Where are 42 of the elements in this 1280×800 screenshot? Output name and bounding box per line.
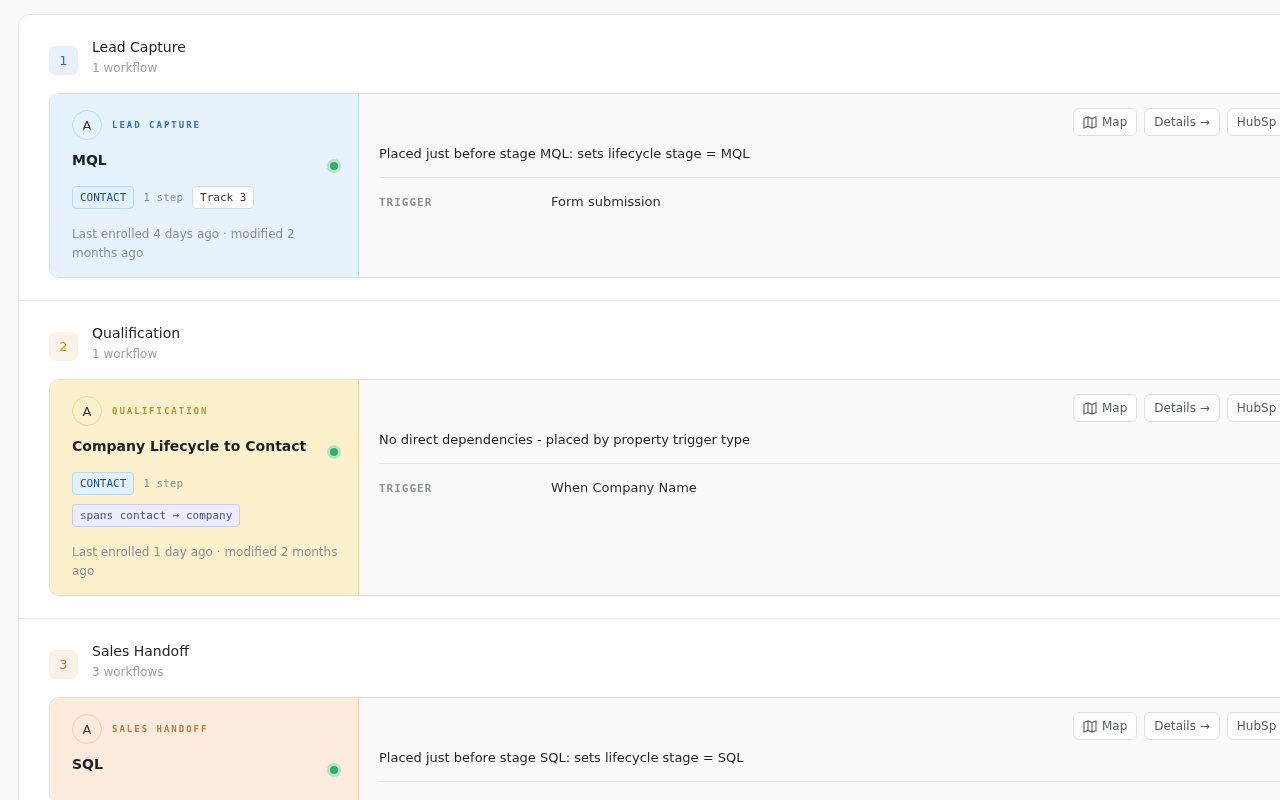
enrollment-info: Last enrolled 1 day ago · modified 2 months ago xyxy=(72,544,339,580)
field-label: TRIGGER xyxy=(379,195,434,209)
placement-description: Placed just before stage MQL: sets lifecycle stage = MQL xyxy=(379,146,1280,178)
field-value: Form submission xyxy=(551,194,661,209)
map-button[interactable]: Map xyxy=(1073,394,1138,422)
external-button[interactable]: HubSp xyxy=(1226,712,1280,740)
enrollment-info: Last enrolled 4 days ago · modified 2 months ago xyxy=(72,226,296,262)
track-tag: Track 3 xyxy=(192,186,255,209)
object-tag: CONTACT xyxy=(72,472,135,495)
stage-label: QUALIFICATION xyxy=(112,406,209,416)
field-value: When Company Name xyxy=(551,480,697,495)
object-tag: CONTACT xyxy=(72,186,135,209)
map-button[interactable]: Map xyxy=(1073,108,1138,136)
field-label: TRIGGER xyxy=(379,481,434,495)
section-title: Sales Handoff xyxy=(92,643,189,659)
placement-description: Placed just before stage SQL: sets lifecycle stage = SQL xyxy=(379,750,1280,782)
stage-number: 1 xyxy=(49,46,78,75)
section-title: Qualification xyxy=(92,325,181,341)
details-button[interactable]: Details → xyxy=(1144,394,1220,422)
map-icon xyxy=(1083,719,1097,733)
stage-number: 2 xyxy=(49,332,78,361)
workflow-count: 1 workflow xyxy=(92,61,159,75)
details-button[interactable]: Details → xyxy=(1144,712,1220,740)
map-icon xyxy=(1083,115,1097,129)
workflow-count: 1 workflow xyxy=(92,347,159,361)
spans-tag: spans contact → company xyxy=(72,504,241,527)
workflow-count: 3 workflows xyxy=(92,665,165,679)
external-button[interactable]: HubSp xyxy=(1226,108,1280,136)
placement-description: No direct dependencies - placed by property trigger type xyxy=(379,432,1280,464)
section-title: Lead Capture xyxy=(92,39,186,55)
step-count: 1 step xyxy=(143,190,184,206)
workflow-name: Company Lifecycle to Contact xyxy=(72,438,308,454)
stage-label: LEAD CAPTURE xyxy=(112,120,202,130)
stage-label: SALES HANDOFF xyxy=(112,724,209,734)
workflow-name: SQL xyxy=(72,756,104,772)
details-button[interactable]: Details → xyxy=(1144,108,1220,136)
step-count: 1 step xyxy=(143,476,184,492)
workflow-name: MQL xyxy=(72,152,108,168)
external-button[interactable]: HubSp xyxy=(1226,394,1280,422)
map-icon xyxy=(1083,401,1097,415)
map-button[interactable]: Map xyxy=(1073,712,1138,740)
stage-number: 3 xyxy=(49,650,78,679)
